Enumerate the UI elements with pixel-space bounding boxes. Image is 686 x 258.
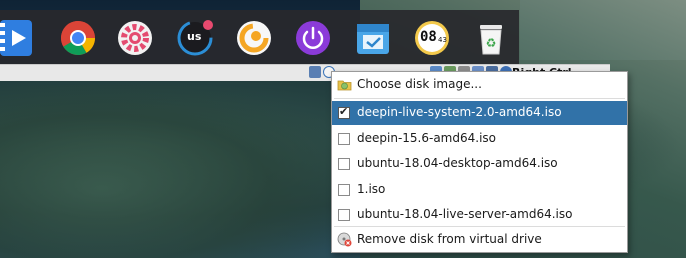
settings-icon[interactable] [116,19,154,57]
menu-separator [334,98,625,99]
svg-text:♻: ♻ [486,36,497,50]
disk-item-3[interactable]: 1.iso [332,178,627,202]
chrome-icon[interactable] [59,19,97,57]
disk-context-menu: Choose disk image... deepin-live-system-… [331,71,628,253]
checkbox[interactable] [338,184,350,196]
clock-icon[interactable]: 08 43 [413,19,451,57]
clock-hour: 08 [420,29,437,45]
video-player-icon[interactable] [0,19,34,57]
checkbox[interactable] [338,133,350,145]
disk-item-label: 1.iso [357,182,386,196]
disk-item-label: deepin-15.6-amd64.iso [357,131,496,145]
menu-separator [334,226,625,227]
hard-disk-icon[interactable] [309,66,321,78]
disk-item-0[interactable]: deepin-live-system-2.0-amd64.iso [332,101,627,125]
choose-disk-image-label: Choose disk image... [357,77,482,91]
remove-disk-icon [337,232,352,247]
disk-item-label: ubuntu-18.04-desktop-amd64.iso [357,156,558,170]
trash-icon[interactable]: ♻ [472,19,510,57]
screen-recorder-icon[interactable] [235,19,273,57]
checkbox-checked[interactable] [338,105,350,119]
folder-icon [337,80,352,91]
disk-item-4[interactable]: ubuntu-18.04-live-server-amd64.iso [332,203,627,227]
input-method-label: us [187,30,202,43]
dock: us 08 43 ♻ [0,10,519,66]
remove-disk-label: Remove disk from virtual drive [357,232,542,246]
clock-minute: 43 [438,36,447,44]
remove-disk-item[interactable]: Remove disk from virtual drive [332,228,627,252]
disk-item-label: ubuntu-18.04-live-server-amd64.iso [357,207,573,221]
calendar-icon[interactable] [354,19,392,57]
valley-background [0,85,340,258]
power-icon[interactable] [294,19,332,57]
disk-item-label: deepin-live-system-2.0-amd64.iso [357,105,562,119]
disk-item-1[interactable]: deepin-15.6-amd64.iso [332,127,627,151]
choose-disk-image-item[interactable]: Choose disk image... [332,73,627,97]
input-method-icon[interactable]: us [176,19,214,57]
disk-item-2[interactable]: ubuntu-18.04-desktop-amd64.iso [332,152,627,176]
checkbox[interactable] [338,209,350,221]
checkbox[interactable] [338,158,350,170]
